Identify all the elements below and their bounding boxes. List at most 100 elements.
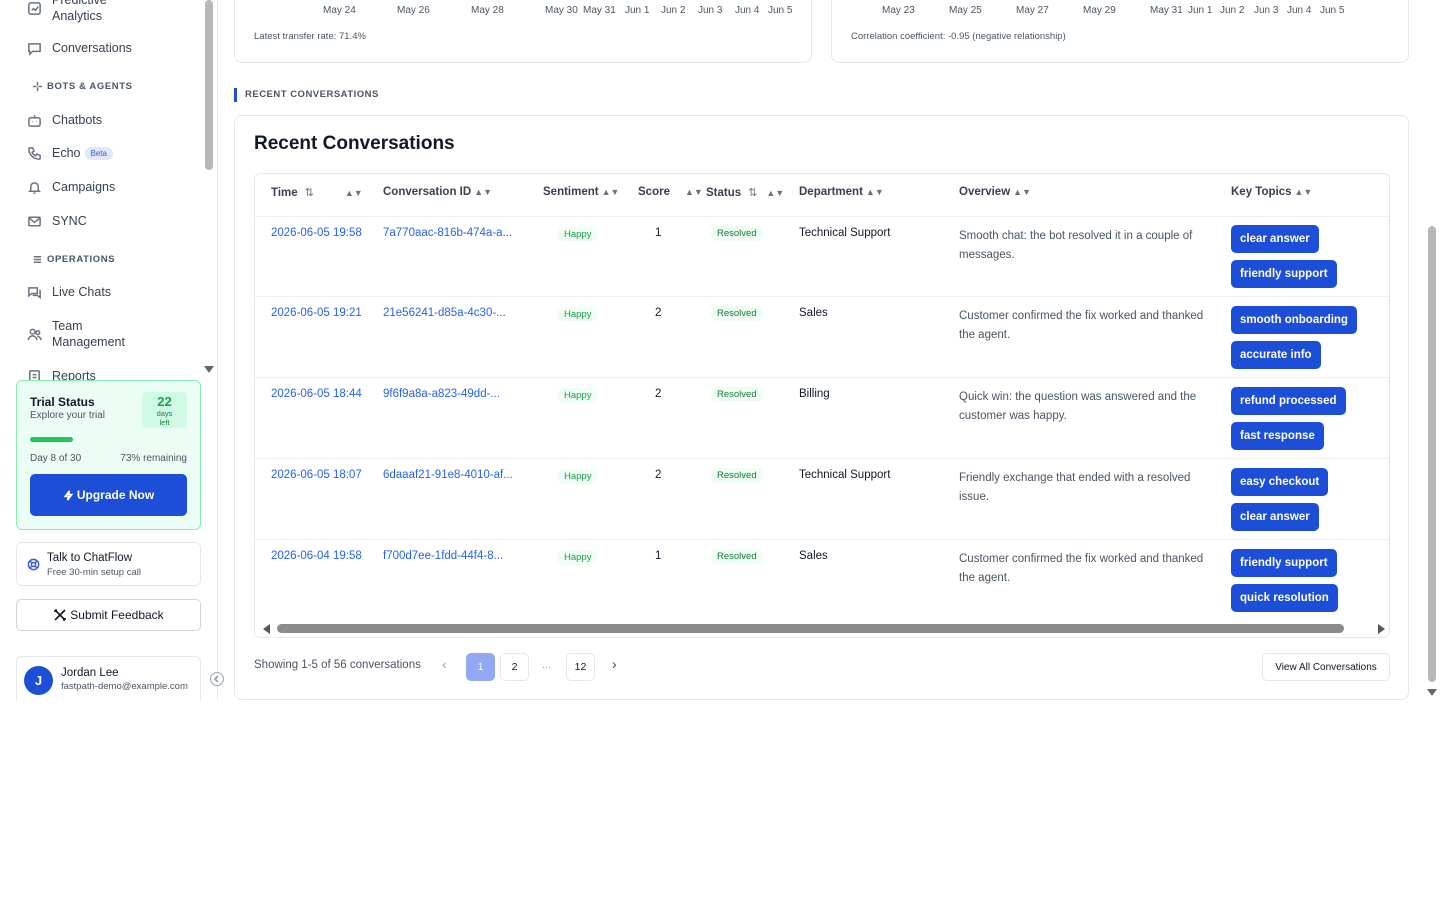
row-time[interactable]: 2026-06-05 18:07 <box>271 469 362 481</box>
sort-icon[interactable]: ▲▼ <box>685 187 703 197</box>
row-department: Technical Support <box>799 227 891 239</box>
row-score: 2 <box>655 469 662 481</box>
recent-conversations-title: Recent Conversations <box>254 133 455 154</box>
topic-tag[interactable]: refund processed <box>1231 387 1346 415</box>
talk-to-chatflow-card[interactable]: Talk to ChatFlow Free 30-min setup call <box>16 542 201 586</box>
beta-badge: Beta <box>84 147 113 161</box>
horizontal-scrollbar-thumb[interactable] <box>277 624 1344 633</box>
row-time[interactable]: 2026-06-05 19:21 <box>271 307 362 319</box>
row-time[interactable]: 2026-06-05 19:58 <box>271 227 362 239</box>
trial-remaining-text: 73% remaining <box>120 453 187 464</box>
view-all-conversations-button[interactable]: View All Conversations <box>1262 653 1390 681</box>
sort-icon[interactable]: ⇅ <box>748 186 757 199</box>
sidebar-item-echo-label: Echo <box>52 145 81 160</box>
page-button-1[interactable]: 1 <box>466 653 495 681</box>
page-button-12[interactable]: 12 <box>566 653 595 681</box>
sort-icon[interactable]: ▲▼ <box>1013 187 1031 197</box>
chevron-left-icon[interactable]: ‹ <box>442 656 456 674</box>
topic-tag[interactable]: easy checkout <box>1231 468 1329 496</box>
scroll-right-icon[interactable] <box>1378 624 1385 634</box>
sidebar-item-echo[interactable]: Echo Beta <box>26 145 113 161</box>
correlation-chart-card: May 23 May 25 May 27 May 29 May 31 Jun 1… <box>831 0 1409 63</box>
table-horizontal-scrollbar[interactable] <box>255 619 1389 637</box>
upgrade-now-button[interactable]: Upgrade Now <box>30 474 187 516</box>
column-header-sentiment[interactable]: Sentiment ▲▼ <box>543 186 619 198</box>
sort-icon[interactable]: ▲▼ <box>474 187 492 197</box>
sort-icon[interactable]: ▲▼ <box>766 188 784 198</box>
sidebar-item-sync[interactable]: SYNC <box>26 213 87 229</box>
x-tick-label: Jun 3 <box>698 5 723 16</box>
sidebar-scroll-down-icon[interactable] <box>204 366 214 373</box>
row-score: 1 <box>655 227 662 239</box>
submit-feedback-button[interactable]: Submit Feedback <box>16 599 201 631</box>
column-header-score[interactable]: Score ▲▼ <box>638 186 703 198</box>
sidebar-scrollbar-thumb[interactable] <box>205 0 213 170</box>
sidebar-item-live-chats[interactable]: Live Chats <box>26 284 111 300</box>
topic-tag[interactable]: friendly support <box>1231 549 1337 577</box>
column-header-conversation-id[interactable]: Conversation ID ▲▼ <box>383 186 492 198</box>
trial-day-text: Day 8 of 30 <box>30 453 82 464</box>
topic-tag[interactable]: accurate info <box>1231 341 1321 369</box>
support-icon <box>27 558 40 571</box>
sort-icon[interactable]: ▲▼ <box>866 187 884 197</box>
sidebar-item-campaigns[interactable]: Campaigns <box>26 179 115 195</box>
days-left-number: 22 <box>157 394 172 409</box>
column-header-status[interactable]: Status ⇅ ▲▼ <box>706 186 784 200</box>
sentiment-badge: Happy <box>557 307 599 322</box>
table-row[interactable]: 2026-06-05 19:58 7a770aac-816b-474a-a...… <box>255 216 1389 297</box>
sort-icon[interactable]: ⇅ <box>305 186 314 199</box>
sidebar-item-conversations[interactable]: Conversations <box>26 40 132 56</box>
row-conversation-id[interactable]: f700d7ee-1fdd-44f4-8... <box>383 550 503 562</box>
topic-tag[interactable]: quick resolution <box>1231 584 1338 612</box>
section-operations: OPERATIONS <box>32 254 115 265</box>
sidebar-item-chatbots[interactable]: Chatbots <box>26 112 102 128</box>
table-row[interactable]: 2026-06-05 19:21 21e56241-d85a-4c30-... … <box>255 296 1389 377</box>
main-scrollbar-thumb[interactable] <box>1428 226 1436 682</box>
column-header-overview[interactable]: Overview ▲▼ <box>959 186 1031 198</box>
status-badge: Resolved <box>710 468 764 483</box>
sidebar-item-predictive-analytics[interactable]: Predictive Analytics <box>26 0 142 24</box>
chevron-right-icon[interactable]: › <box>612 656 626 674</box>
chat-bubble-icon <box>26 40 42 56</box>
scroll-left-icon[interactable] <box>263 624 270 634</box>
table-row[interactable]: 2026-06-04 19:58 f700d7ee-1fdd-44f4-8...… <box>255 539 1389 620</box>
status-badge: Resolved <box>710 226 764 241</box>
table-row[interactable]: 2026-06-05 18:07 6daaaf21-91e8-4010-af..… <box>255 458 1389 539</box>
bot-icon <box>26 112 42 128</box>
row-time[interactable]: 2026-06-05 18:44 <box>271 388 362 400</box>
x-tick-label: May 28 <box>471 5 504 16</box>
table-row[interactable]: 2026-06-05 18:44 9f6f9a8a-a823-49dd-... … <box>255 377 1389 458</box>
sort-icon[interactable]: ▲▼ <box>1295 187 1313 197</box>
column-header-time[interactable]: Time ⇅ ▲▼ <box>271 186 363 200</box>
topic-tag[interactable]: smooth onboarding <box>1231 306 1357 334</box>
x-tick-label: Jun 1 <box>625 5 650 16</box>
x-tick-label: Jun 4 <box>1287 5 1312 16</box>
row-overview: Customer confirmed the fix worked and th… <box>959 553 1204 584</box>
sentiment-badge: Happy <box>557 388 599 403</box>
main-scroll-down-icon[interactable] <box>1427 689 1437 696</box>
user-profile[interactable]: J Jordan Lee fastpath-demo@example.com <box>16 656 201 700</box>
trial-progress-fill <box>30 437 73 442</box>
x-tick-label: May 24 <box>323 5 356 16</box>
row-conversation-id[interactable]: 21e56241-d85a-4c30-... <box>383 307 506 319</box>
row-conversation-id[interactable]: 9f6f9a8a-a823-49dd-... <box>383 388 500 400</box>
transfer-rate-chart-card: May 24 May 26 May 28 May 30 May 31 Jun 1… <box>234 0 812 63</box>
collapse-sidebar-icon[interactable] <box>210 672 224 686</box>
topic-tag[interactable]: clear answer <box>1231 503 1319 531</box>
section-bots-agents: BOTS & AGENTS <box>32 81 133 92</box>
sort-icon[interactable]: ▲▼ <box>345 188 363 198</box>
talk-title: Talk to ChatFlow <box>47 552 133 564</box>
pagination-ellipsis: ... <box>542 659 552 671</box>
column-header-department[interactable]: Department ▲▼ <box>799 186 884 198</box>
sort-icon[interactable]: ▲▼ <box>602 187 620 197</box>
sidebar-item-team-management[interactable]: Team Management <box>26 318 142 350</box>
column-header-key-topics[interactable]: Key Topics ▲▼ <box>1231 186 1312 198</box>
row-time[interactable]: 2026-06-04 19:58 <box>271 550 362 562</box>
topic-tag[interactable]: friendly support <box>1231 260 1337 288</box>
row-conversation-id[interactable]: 6daaaf21-91e8-4010-af... <box>383 469 513 481</box>
topic-tag[interactable]: clear answer <box>1231 225 1319 253</box>
row-conversation-id[interactable]: 7a770aac-816b-474a-a... <box>383 227 512 239</box>
x-tick-label: May 31 <box>583 5 616 16</box>
page-button-2[interactable]: 2 <box>500 653 529 681</box>
topic-tag[interactable]: fast response <box>1231 422 1324 450</box>
